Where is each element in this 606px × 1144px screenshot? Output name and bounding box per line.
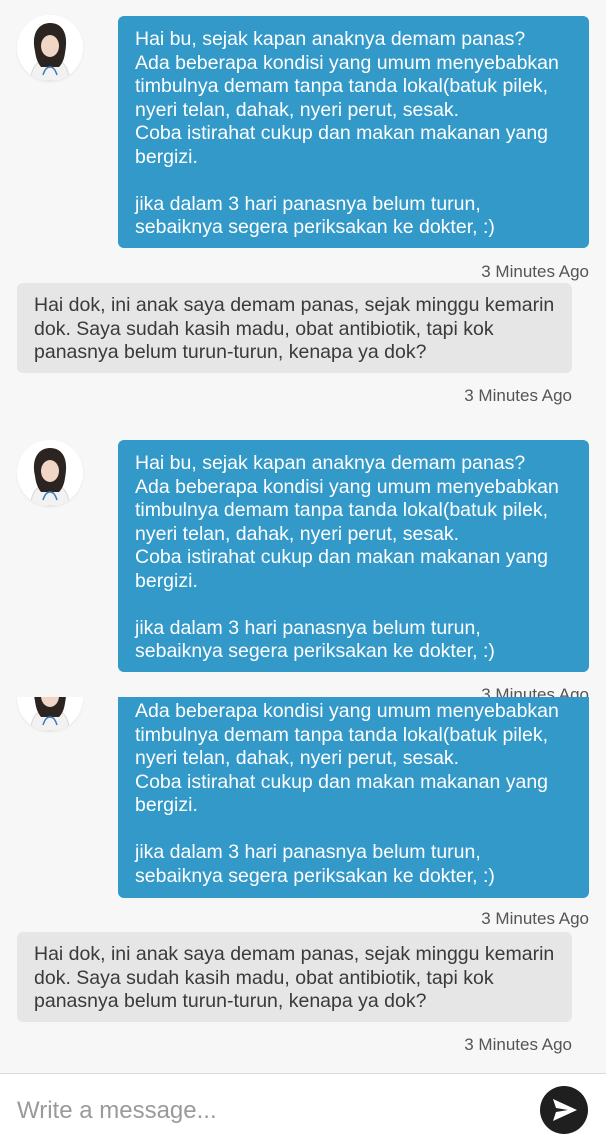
- message-composer: Write a message...: [0, 1073, 606, 1144]
- doctor-message-bubble: Ada beberapa kondisi yang umum menyebabk…: [118, 697, 589, 898]
- message-timestamp: 3 Minutes Ago: [464, 386, 572, 405]
- send-arrow-icon: [553, 1099, 577, 1121]
- doctor-avatar[interactable]: [17, 15, 83, 81]
- user-message-bubble: Hai dok, ini anak saya demam panas, seja…: [17, 932, 572, 1022]
- user-message-bubble: Hai dok, ini anak saya demam panas, seja…: [17, 283, 572, 373]
- overlapping-message-region: Ada beberapa kondisi yang umum menyebabk…: [0, 697, 606, 1070]
- send-button[interactable]: [540, 1086, 588, 1134]
- message-timestamp: 3 Minutes Ago: [481, 685, 589, 697]
- doctor-avatar[interactable]: [17, 440, 83, 506]
- doctor-message-bubble: Hai bu, sejak kapan anaknya demam panas?…: [118, 16, 589, 248]
- message-timestamp: 3 Minutes Ago: [481, 262, 589, 281]
- message-input[interactable]: Write a message...: [17, 1097, 217, 1125]
- message-timestamp: 3 Minutes Ago: [464, 1035, 572, 1054]
- doctor-avatar[interactable]: [17, 697, 83, 731]
- message-timestamp: 3 Minutes Ago: [481, 909, 589, 928]
- doctor-message-bubble: Hai bu, sejak kapan anaknya demam panas?…: [118, 440, 589, 672]
